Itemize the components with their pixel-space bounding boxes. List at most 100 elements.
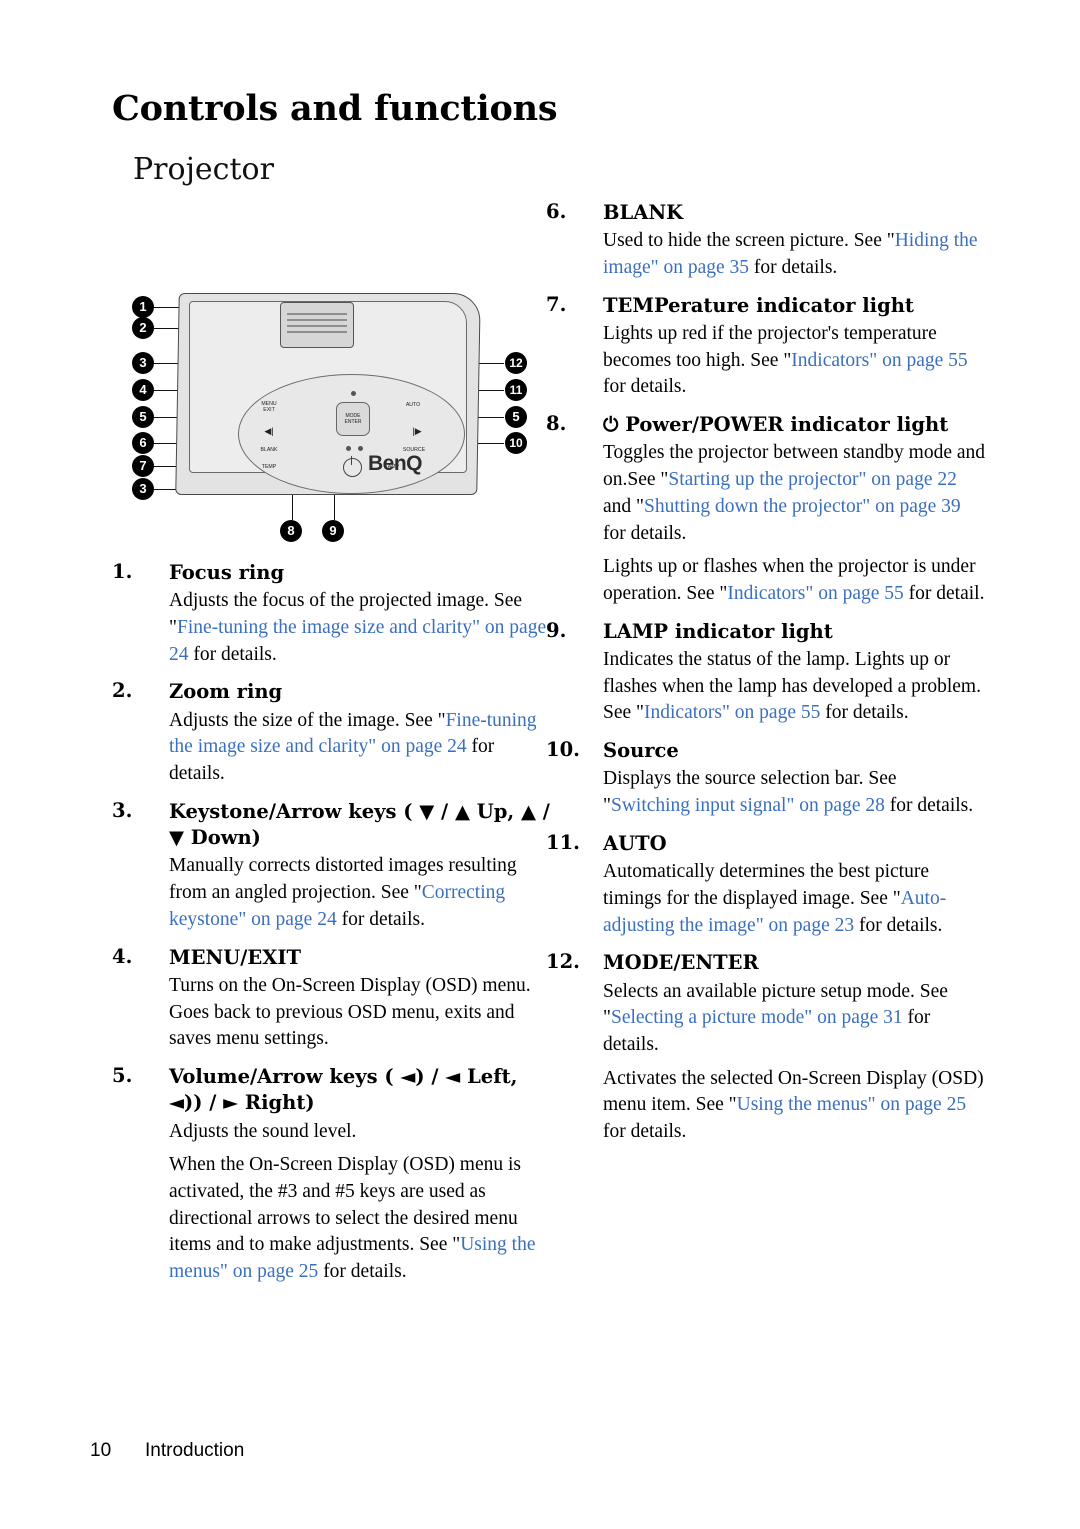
cross-reference-link[interactable]: Starting up the projector" on page 22 <box>668 469 956 490</box>
text-run: Adjusts the sound level. <box>169 1120 357 1142</box>
cross-reference-link[interactable]: Using the menus" on page 25 <box>737 1094 966 1115</box>
list-item: 4. MENU/EXIT Turns on the On-Screen Displa… <box>112 945 552 1053</box>
list-item-heading: Focus ring <box>169 561 285 584</box>
volume-left-icon[interactable]: ◀| <box>252 426 286 436</box>
text-run: for detail. <box>903 582 985 604</box>
cross-reference-link[interactable]: Indicators" on page 55 <box>791 350 967 371</box>
list-item-text: Adjusts the sound level. <box>169 1119 552 1146</box>
volume-right-icon[interactable]: |▶ <box>400 426 434 436</box>
page-footer: 10 Introduction <box>90 1440 244 1462</box>
keypad: MENU EXIT AUTO MODE ENTER ◀| |▶ BLANK SO… <box>250 380 455 480</box>
text-run: for details. <box>318 1261 407 1283</box>
list-item-number: 9. <box>546 618 567 642</box>
footer-section-label: Introduction <box>145 1440 245 1461</box>
lens-housing <box>280 302 354 348</box>
text-run: Adjusts the size of the image. See " <box>169 709 446 731</box>
callout-1: 1 <box>132 296 154 318</box>
list-item-text: Lights up or flashes when the projector … <box>603 554 986 607</box>
list-item-heading: AUTO <box>603 831 667 855</box>
list-item: 7. TEMPerature indicator light Lights up r… <box>546 293 986 401</box>
text-run: for details. <box>603 522 687 544</box>
list-item: 2. Zoom ring Adjusts the size of the image… <box>112 679 552 787</box>
list-item-number: 12. <box>546 950 580 974</box>
list-item: 10. Source Displays the source selection b… <box>546 738 986 820</box>
callout-6: 6 <box>132 432 154 454</box>
callout-3b: 3 <box>132 478 154 500</box>
list-item-text: When the On-Screen Display (OSD) menu is… <box>169 1152 552 1286</box>
list-item-number: 6. <box>546 200 567 223</box>
manual-page: Controls and functions Projector MENU EX… <box>0 0 1080 1529</box>
cross-reference-link[interactable]: Indicators" on page 55 <box>644 702 820 723</box>
text-run: Automatically determines the best pictur… <box>603 861 929 909</box>
cross-reference-link[interactable]: Switching input signal" on page 28 <box>611 795 885 816</box>
callout-3: 3 <box>132 352 154 374</box>
list-item-text: Toggles the projector between standby mo… <box>603 440 986 547</box>
brand-logo: BenQ <box>368 452 423 475</box>
text-run: Used to hide the screen picture. See " <box>603 230 895 252</box>
section-subtitle: Projector <box>133 152 274 187</box>
text-run: for details. <box>603 1121 687 1143</box>
list-item-heading: MENU/EXIT <box>169 945 302 969</box>
footer-page-number: 10 <box>90 1440 112 1461</box>
projector-top-view-diagram: MENU EXIT AUTO MODE ENTER ◀| |▶ BLANK SO… <box>112 275 552 545</box>
list-item-heading: Zoom ring <box>169 680 283 704</box>
right-column-list: 6. BLANK Used to hide the screen picture. … <box>546 200 986 1157</box>
list-item-text: Selects an available picture setup mode.… <box>603 979 986 1059</box>
cross-reference-link[interactable]: Shutting down the projector" on page 39 <box>644 496 961 517</box>
list-item: 1. Focus ring Adjusts the focus of the pro… <box>112 560 552 668</box>
callout-5b: 5 <box>505 406 527 428</box>
text-run: for details. <box>603 376 687 398</box>
key-mode-enter[interactable]: MODE ENTER <box>336 402 370 436</box>
text-run: for details. <box>188 643 277 665</box>
list-item: 3. Keystone/Arrow keys ( ▼ / ▲ Up, ▲ / ▼ … <box>112 799 552 934</box>
left-column-list: 1. Focus ring Adjusts the focus of the pro… <box>112 560 552 1297</box>
list-item-number: 1. <box>112 560 133 583</box>
callout-8: 8 <box>280 520 302 542</box>
list-item-number: 5. <box>112 1064 133 1087</box>
list-item-heading: ⏻ Power/POWER indicator light <box>603 413 949 437</box>
list-item-number: 11. <box>546 830 580 854</box>
list-item: 6. BLANK Used to hide the screen picture. … <box>546 200 986 282</box>
text-run: and " <box>603 495 644 517</box>
list-item-heading: TEMPerature indicator light <box>603 293 914 317</box>
list-item-text: Turns on the On-Screen Display (OSD) men… <box>169 973 552 1053</box>
list-item: 9. LAMP indicator light Indicates the stat… <box>546 619 986 727</box>
list-item-text: Adjusts the size of the image. See "Fine… <box>169 708 552 788</box>
key-auto[interactable]: AUTO <box>400 402 426 409</box>
page-title: Controls and functions <box>112 88 558 129</box>
list-item-text: Lights up red if the projector's tempera… <box>603 321 986 401</box>
callout-11: 11 <box>505 379 527 401</box>
callout-10: 10 <box>505 432 527 454</box>
indicator-temp: TEMP <box>261 464 277 470</box>
text-run: for details. <box>336 908 425 930</box>
text-run: Turns on the On-Screen Display (OSD) men… <box>169 974 531 1050</box>
list-item-text: Manually corrects distorted images resul… <box>169 853 552 933</box>
list-item-text: Used to hide the screen picture. See "Hi… <box>603 228 986 281</box>
list-item: 11. AUTO Automatically determines the best… <box>546 831 986 939</box>
callout-5: 5 <box>132 406 154 428</box>
list-item-heading: Source <box>603 739 679 763</box>
list-item-number: 3. <box>112 798 133 822</box>
list-item-heading: Keystone/Arrow keys ( ▼ / ▲ Up, ▲ / ▼ Do… <box>169 799 550 850</box>
list-item-number: 7. <box>546 292 567 316</box>
list-item-text: Automatically determines the best pictur… <box>603 859 986 939</box>
text-run: for details. <box>884 795 974 817</box>
projector-body: MENU EXIT AUTO MODE ENTER ◀| |▶ BLANK SO… <box>167 285 497 500</box>
list-item-text: Adjusts the focus of the projected image… <box>169 588 552 668</box>
callout-9: 9 <box>322 520 344 542</box>
cross-reference-link[interactable]: Indicators" on page 55 <box>727 583 903 604</box>
list-item-number: 2. <box>112 679 133 703</box>
list-item-heading: Volume/Arrow keys ( ◄) / ◄ Left, ◄)) / ►… <box>169 1065 518 1115</box>
list-item-heading: LAMP indicator light <box>603 619 833 643</box>
callout-7: 7 <box>132 455 154 477</box>
cross-reference-link[interactable]: Selecting a picture mode" on page 31 <box>611 1007 903 1028</box>
callout-4: 4 <box>132 379 154 401</box>
key-blank[interactable]: BLANK <box>256 447 282 454</box>
power-button-icon[interactable] <box>343 456 362 477</box>
callout-12: 12 <box>505 352 527 374</box>
text-run: for details. <box>820 702 909 724</box>
list-item-text: Displays the source selection bar. See "… <box>603 766 986 819</box>
list-item-number: 10. <box>546 738 580 762</box>
key-menu-exit[interactable]: MENU EXIT <box>256 401 282 414</box>
list-item: 5. Volume/Arrow keys ( ◄) / ◄ Left, ◄)) /… <box>112 1064 552 1286</box>
